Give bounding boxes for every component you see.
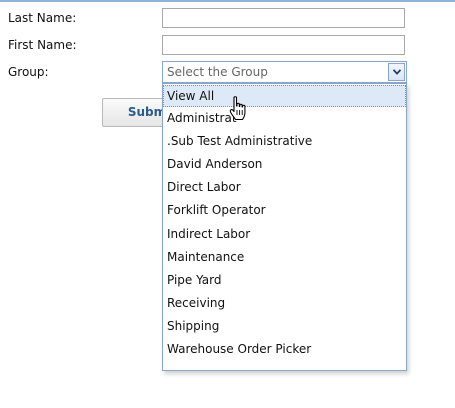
group-label: Group: bbox=[8, 65, 49, 79]
hand-pointer-icon bbox=[229, 96, 246, 121]
group-dropdown-list: View All Administrat .Sub Test Administr… bbox=[162, 83, 407, 371]
dropdown-option-maintenance[interactable]: Maintenance bbox=[163, 246, 406, 268]
group-select[interactable]: Select the Group bbox=[162, 61, 407, 83]
dropdown-option-view-all[interactable]: View All bbox=[163, 85, 406, 107]
dropdown-option-david-anderson[interactable]: David Anderson bbox=[163, 153, 406, 175]
last-name-field[interactable] bbox=[162, 8, 405, 28]
last-name-label: Last Name: bbox=[8, 11, 77, 25]
dropdown-option-shipping[interactable]: Shipping bbox=[163, 315, 406, 337]
chevron-down-icon bbox=[393, 69, 401, 75]
dropdown-option-warehouse-order-picker[interactable]: Warehouse Order Picker bbox=[163, 338, 406, 360]
dropdown-option-indirect-labor[interactable]: Indirect Labor bbox=[163, 223, 406, 245]
first-name-field[interactable] bbox=[162, 35, 405, 55]
top-border bbox=[0, 0, 455, 2]
first-name-label: First Name: bbox=[8, 38, 77, 52]
dropdown-arrow-button[interactable] bbox=[388, 63, 405, 81]
dropdown-option-receiving[interactable]: Receiving bbox=[163, 292, 406, 314]
submit-button-label: Subm bbox=[127, 105, 167, 119]
dropdown-option-administrative[interactable]: Administrat bbox=[163, 107, 406, 129]
dropdown-option-sub-test-administrative[interactable]: .Sub Test Administrative bbox=[163, 130, 406, 152]
dropdown-option-pipe-yard[interactable]: Pipe Yard bbox=[163, 269, 406, 291]
dropdown-option-forklift-operator[interactable]: Forklift Operator bbox=[163, 199, 406, 221]
group-select-placeholder: Select the Group bbox=[167, 65, 268, 79]
dropdown-option-direct-labor[interactable]: Direct Labor bbox=[163, 176, 406, 198]
